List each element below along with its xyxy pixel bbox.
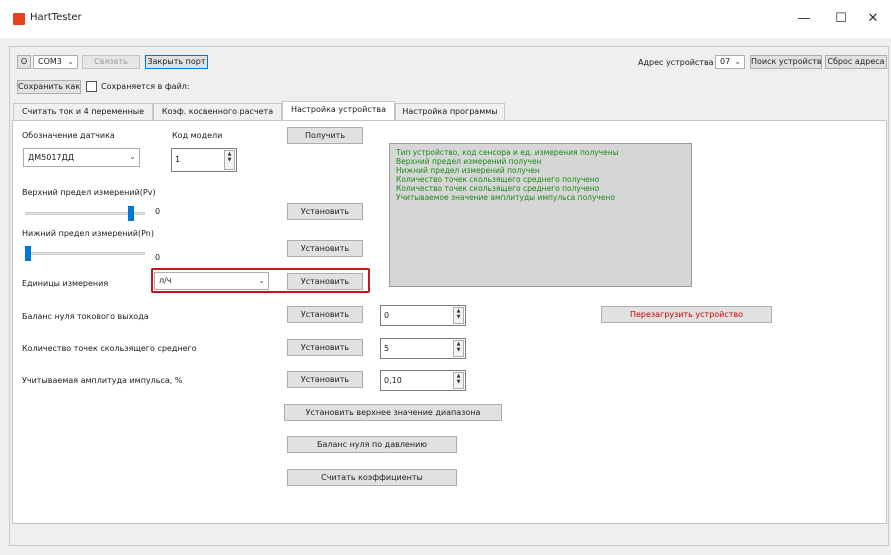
refresh-ports-button[interactable]: О: [17, 55, 31, 69]
status-log: Тип устройство, код сенсора и ед. измере…: [389, 143, 692, 287]
app-logo-icon: [13, 13, 25, 25]
units-label: Единицы измерения: [22, 279, 109, 288]
model-code-label: Код модели: [172, 131, 223, 140]
tab-coefficients[interactable]: Коэф. косвенного расчета: [153, 103, 282, 120]
address-label: Адрес устройства: [638, 58, 714, 67]
upper-limit-label: Верхний предел измерений(Pv): [22, 188, 156, 197]
log-line: Верхний предел измерений получен: [396, 157, 542, 166]
log-line: Учитываемое значение амплитуды импульса …: [396, 193, 615, 202]
current-balance-input[interactable]: 0 ▲ ▼: [380, 305, 466, 326]
tab-read-current[interactable]: Считать ток и 4 переменные: [13, 103, 153, 120]
avg-points-input[interactable]: 5 ▲ ▼: [380, 338, 466, 359]
get-button[interactable]: Получить: [287, 127, 363, 144]
tab-program-settings[interactable]: Настройка программы: [395, 103, 505, 120]
pulse-amplitude-input[interactable]: 0,10 ▲ ▼: [380, 370, 466, 391]
avg-points-value: 5: [384, 344, 390, 353]
sensor-select[interactable]: ДМ5017ДД ⌄: [23, 148, 140, 167]
log-line: Нижний предел измерений получен: [396, 166, 540, 175]
set-upper-range-button[interactable]: Установить верхнее значение диапазона: [284, 404, 502, 421]
maximize-button[interactable]: ☐: [826, 8, 856, 30]
chevron-down-icon: ⌄: [734, 57, 741, 66]
title-bar: [0, 0, 891, 38]
upper-limit-value: 0: [155, 207, 161, 216]
window-title: HartTester: [30, 12, 82, 23]
spinner-arrows-icon[interactable]: ▲ ▼: [453, 307, 464, 324]
upper-limit-slider-thumb[interactable]: [127, 206, 134, 221]
address-select[interactable]: 07 ⌄: [715, 55, 745, 69]
port-select[interactable]: COM3 ⌄: [33, 55, 78, 69]
log-line: Количество точек скользящего среднего по…: [396, 184, 600, 193]
current-balance-label: Баланс нуля токового выхода: [22, 312, 149, 321]
log-line: Количество точек скользящего среднего по…: [396, 175, 600, 184]
address-select-value: 07: [720, 57, 731, 66]
spinner-arrows-icon[interactable]: ▲ ▼: [453, 372, 464, 389]
lower-limit-slider-thumb[interactable]: [25, 246, 31, 261]
set-upper-limit-button[interactable]: Установить: [287, 203, 363, 220]
pulse-amplitude-value: 0,10: [384, 376, 402, 385]
avg-points-label: Количество точек скользящего среднего: [22, 344, 197, 353]
spinner-arrows-icon[interactable]: ▲ ▼: [224, 150, 235, 170]
model-code-value: 1: [175, 155, 181, 164]
read-coefficients-button[interactable]: Считать коэффициенты: [287, 469, 457, 486]
lower-limit-track[interactable]: [25, 252, 145, 255]
chevron-down-icon: ⌄: [67, 57, 74, 66]
close-port-button[interactable]: Закрыть порт: [145, 55, 208, 69]
chevron-down-icon: ⌄: [129, 152, 136, 161]
sensor-select-value: ДМ5017ДД: [28, 153, 75, 162]
port-select-value: COM3: [38, 57, 62, 66]
connect-button[interactable]: Связать: [82, 55, 140, 69]
log-line: Тип устройство, код сенсора и ед. измере…: [396, 148, 619, 157]
save-to-file-checkbox[interactable]: [86, 81, 97, 92]
pressure-zero-balance-button[interactable]: Баланс нуля по давлению: [287, 436, 457, 453]
set-current-balance-button[interactable]: Установить: [287, 306, 363, 323]
model-code-input[interactable]: 1 ▲ ▼: [171, 148, 237, 172]
close-button[interactable]: ✕: [858, 8, 888, 30]
set-lower-limit-button[interactable]: Установить: [287, 240, 363, 257]
save-to-file-label: Сохраняется в файл:: [101, 82, 190, 91]
reset-address-button[interactable]: Сброс адреса: [825, 55, 887, 69]
lower-limit-label: Нижний предел измерений(Pn): [22, 229, 154, 238]
minimize-button[interactable]: —: [789, 8, 819, 30]
highlight-box: [151, 268, 370, 293]
tab-device-settings[interactable]: Настройка устройства: [282, 101, 395, 121]
spinner-arrows-icon[interactable]: ▲ ▼: [453, 340, 464, 357]
set-pulse-amplitude-button[interactable]: Установить: [287, 371, 363, 388]
set-avg-points-button[interactable]: Установить: [287, 339, 363, 356]
sensor-label: Обозначение датчика: [22, 131, 115, 140]
pulse-amplitude-label: Учитываемая амплитуда импульса, %: [22, 376, 183, 385]
search-devices-button[interactable]: Поиск устройств: [750, 55, 822, 69]
save-as-button[interactable]: Сохранить как: [17, 80, 81, 94]
reboot-device-button[interactable]: Перезагрузить устройство: [601, 306, 772, 323]
lower-limit-value: 0: [155, 253, 161, 262]
current-balance-value: 0: [384, 311, 390, 320]
